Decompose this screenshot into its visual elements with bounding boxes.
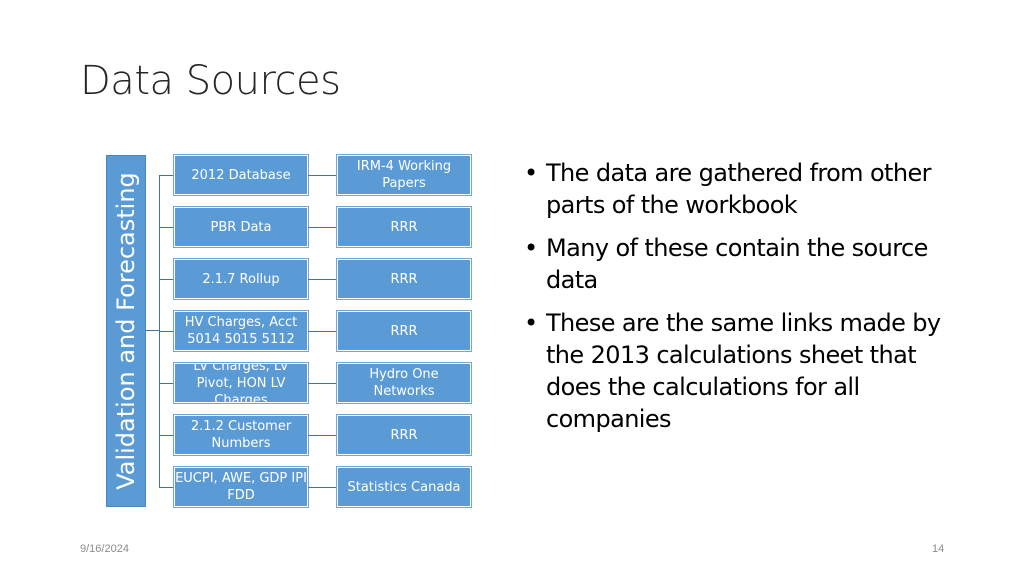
source-node: 2.1.7 Rollup (173, 258, 309, 300)
origin-node: RRR (336, 310, 472, 352)
origin-node: Hydro One Networks (336, 362, 472, 404)
connector-branch (159, 279, 174, 280)
connector-link (308, 175, 337, 176)
connector-branch (159, 435, 174, 436)
connector-link (308, 435, 337, 436)
connector-branch (159, 487, 174, 488)
source-node: 2.1.2 Customer Numbers (173, 414, 309, 456)
connector-link (308, 383, 337, 384)
origin-node: RRR (336, 258, 472, 300)
page-number: 14 (932, 543, 945, 555)
source-node: EUCPI, AWE, GDP IPI FDD (173, 466, 309, 508)
bullet-item: • The data are gathered from other parts… (524, 157, 964, 221)
bullet-icon: • (524, 234, 538, 262)
bullet-text: The data are gathered from other parts o… (546, 159, 932, 219)
origin-node: IRM-4 Working Papers (336, 154, 472, 196)
footer-date: 9/16/2024 (80, 543, 129, 555)
root-node-label: Validation and Forecasting (112, 172, 140, 490)
source-node: PBR Data (173, 206, 309, 248)
connector-branch (159, 227, 174, 228)
bullet-text: Many of these contain the source data (546, 234, 928, 294)
source-node: 2012 Database (173, 154, 309, 196)
connector-link (308, 331, 337, 332)
bullet-text: These are the same links made by the 201… (546, 309, 941, 433)
bullet-icon: • (524, 309, 538, 337)
connector-link (308, 279, 337, 280)
origin-node: RRR (336, 414, 472, 456)
bullet-icon: • (524, 159, 538, 187)
connector-branch (159, 383, 174, 384)
bullet-list: • The data are gathered from other parts… (524, 157, 964, 446)
source-node: HV Charges, Acct 5014 5015 5112 (173, 310, 309, 352)
origin-node: RRR (336, 206, 472, 248)
source-node: LV Charges, LV Pivot, HON LV Charges (173, 359, 309, 408)
connector-root-stub (146, 330, 160, 331)
bullet-item: • Many of these contain the source data (524, 232, 964, 296)
connector-link (308, 487, 337, 488)
connector-branch (159, 175, 174, 176)
bullet-item: • These are the same links made by the 2… (524, 307, 964, 435)
connector-branch (159, 331, 174, 332)
connector-link (308, 227, 337, 228)
origin-node: Statistics Canada (336, 466, 472, 508)
